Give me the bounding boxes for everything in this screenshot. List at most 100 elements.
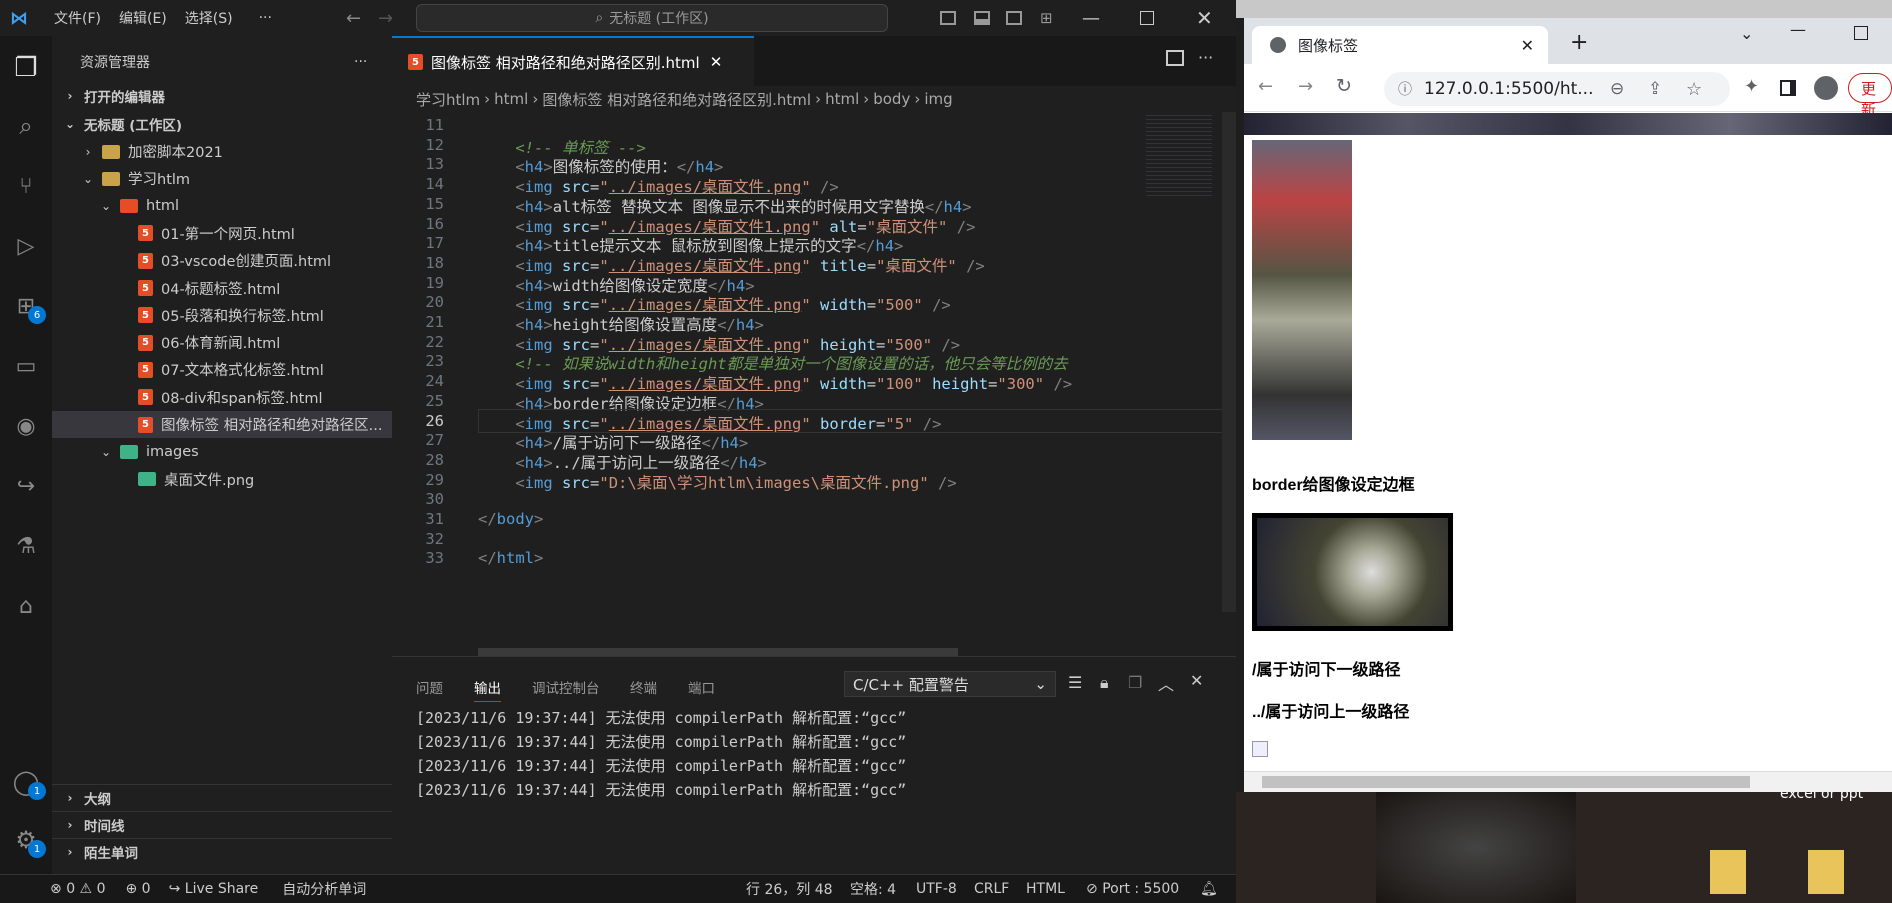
language-status[interactable]: HTML [1026, 881, 1065, 897]
update-button[interactable]: 更新 [1848, 73, 1892, 119]
search-view-icon[interactable]: ⌕ [8, 108, 44, 144]
live-share-status[interactable]: ↪ Live Share [169, 881, 259, 897]
menu-file[interactable]: 文件(F) [54, 8, 101, 28]
tree-item[interactable]: 5 图像标签 相对路径和绝对路径区... [52, 411, 392, 438]
editor-scrollbar[interactable] [1222, 112, 1236, 612]
tree-item[interactable]: 5 07-文本格式化标签.html [52, 356, 392, 383]
profile-avatar[interactable] [1814, 76, 1838, 100]
maximize-icon[interactable] [1140, 11, 1154, 25]
explorer-icon[interactable]: ❐ [8, 50, 44, 86]
encoding-status[interactable]: UTF-8 [916, 881, 957, 897]
run-debug-icon[interactable]: ▷ [8, 228, 44, 264]
extra-view-icon[interactable]: ⌂ [8, 588, 44, 624]
tree-item[interactable]: 5 08-div和span标签.html [52, 384, 392, 411]
tree-item[interactable]: 桌面文件.png [52, 466, 392, 493]
command-center-search[interactable]: ⌕ 无标题 (工作区) [416, 4, 888, 32]
browser-maximize-icon[interactable] [1854, 26, 1868, 40]
timeline-section[interactable]: › 时间线 [52, 811, 392, 838]
tab-close-icon[interactable]: ✕ [710, 53, 723, 71]
breadcrumb-item[interactable]: body [873, 90, 910, 108]
ports-status[interactable]: ⊕ 0 [125, 881, 150, 897]
reload-icon[interactable]: ↻ [1336, 75, 1352, 97]
tab-debug-console[interactable]: 调试控制台 [532, 677, 600, 697]
workspace-section[interactable]: ⌄ 无标题 (工作区) [52, 110, 392, 137]
back-arrow-icon[interactable]: ← [346, 8, 361, 29]
browser-forward-icon[interactable]: → [1298, 76, 1313, 97]
tree-item[interactable]: ⌄ 学习htlm [52, 165, 392, 192]
cursor-position[interactable]: 行 26，列 48 [746, 879, 833, 899]
tree-item[interactable]: 5 05-段落和换行标签.html [52, 302, 392, 329]
side-panel-icon[interactable] [1780, 80, 1796, 96]
source-control-icon[interactable]: ⑂ [8, 168, 44, 204]
menu-selection[interactable]: 选择(S) [185, 8, 233, 28]
lock-icon[interactable]: 🔒︎ [1100, 673, 1109, 693]
more-actions-icon[interactable]: ··· [354, 54, 367, 70]
breadcrumb-item[interactable]: html [825, 90, 859, 108]
menu-more[interactable]: ··· [259, 10, 272, 26]
words-section[interactable]: › 陌生单词 [52, 838, 392, 865]
tab-ports[interactable]: 端口 [688, 677, 715, 697]
editor-more-icon[interactable]: ··· [1198, 48, 1213, 67]
forward-arrow-icon[interactable]: → [378, 8, 393, 29]
close-icon[interactable]: ✕ [1196, 6, 1213, 30]
outline-section[interactable]: › 大纲 [52, 784, 392, 811]
folder-icon[interactable] [1808, 850, 1844, 894]
new-tab-icon[interactable]: + [1570, 30, 1588, 55]
tree-item[interactable]: ⌄ html [52, 193, 392, 220]
code-editor[interactable]: 11 12 <!-- 单标签 --> 13 <h4>图像标签的使用：</h4> 14 … [392, 112, 1236, 656]
open-editors-section[interactable]: › 打开的编辑器 [52, 82, 392, 109]
tree-item[interactable]: 5 03-vscode创建页面.html [52, 247, 392, 274]
settings-gear-icon[interactable]: ⚙ 1 [8, 822, 46, 858]
tree-item[interactable]: 5 01-第一个网页.html [52, 220, 392, 247]
tab-output[interactable]: 输出 [474, 677, 501, 702]
github-icon[interactable]: ◉ [8, 408, 44, 444]
browser-back-icon[interactable]: ← [1258, 76, 1273, 97]
clear-output-icon[interactable]: ☰ [1068, 673, 1082, 692]
breadcrumb-item[interactable]: 图像标签 相对路径和绝对路径区别.html [542, 89, 811, 110]
tree-item[interactable]: 5 06-体育新闻.html [52, 329, 392, 356]
browser-tab[interactable]: 图像标签 ✕ [1252, 26, 1548, 64]
minimap[interactable] [1146, 112, 1212, 196]
share-icon[interactable]: ⇪ [1648, 79, 1662, 99]
tree-item[interactable]: ⌄ images [52, 438, 392, 465]
breadcrumb-item[interactable]: html [494, 90, 528, 108]
layout-sidebar-icon[interactable] [940, 11, 956, 25]
tab-terminal[interactable]: 终端 [630, 677, 657, 697]
live-share-icon[interactable]: ↪ [8, 468, 44, 504]
editor-tab[interactable]: 5 图像标签 相对路径和绝对路径区别.html ✕ [392, 36, 754, 86]
maximize-panel-icon[interactable]: ︿ [1158, 671, 1174, 695]
split-editor-icon[interactable] [1166, 50, 1184, 66]
close-panel-icon[interactable]: ✕ [1190, 671, 1203, 690]
folder-icon[interactable] [1710, 850, 1746, 894]
bookmark-star-icon[interactable]: ☆ [1686, 79, 1702, 100]
auto-words-status[interactable]: 自动分析单词 [282, 879, 366, 899]
tab-search-icon[interactable]: ⌄ [1740, 24, 1753, 43]
breadcrumb-item[interactable]: 学习htlm [416, 89, 480, 110]
notifications-bell-icon[interactable]: 🔔︎ [1200, 881, 1218, 897]
indentation-status[interactable]: 空格: 4 [850, 879, 896, 899]
problems-status[interactable]: ⊗ 0 ⚠ 0 [50, 881, 105, 897]
tree-item[interactable]: 5 04-标题标签.html [52, 275, 392, 302]
layout-secondary-icon[interactable] [1006, 11, 1022, 25]
page-horizontal-scrollbar[interactable] [1244, 771, 1892, 792]
layout-custom-icon[interactable]: ⊞ [1040, 9, 1053, 27]
tree-item[interactable]: › 加密脚本2021 [52, 138, 392, 165]
minimize-icon[interactable]: — [1082, 8, 1100, 29]
output-channel-select[interactable]: C/C++ 配置警告 ⌄ [844, 671, 1056, 697]
extensions-icon[interactable]: ⊞ 6 [8, 288, 46, 324]
browser-minimize-icon[interactable]: — [1790, 20, 1806, 39]
menu-edit[interactable]: 编辑(E) [119, 8, 167, 28]
open-editor-icon[interactable]: ❐ [1128, 673, 1142, 692]
browser-tab-close-icon[interactable]: ✕ [1521, 36, 1534, 55]
eol-status[interactable]: CRLF [974, 881, 1009, 897]
address-bar[interactable]: ⓘ 127.0.0.1:5500/ht... ⊖ ⇪ ☆ [1384, 72, 1730, 106]
remote-explorer-icon[interactable]: ▭ [8, 348, 44, 384]
testing-icon[interactable]: ⚗ [8, 528, 44, 564]
horizontal-scrollbar[interactable] [478, 648, 958, 656]
page-scroll-thumb[interactable] [1262, 776, 1750, 788]
zoom-icon[interactable]: ⊖ [1610, 79, 1624, 99]
accounts-icon[interactable]: ◯ 1 [8, 764, 46, 800]
tab-problems[interactable]: 问题 [416, 677, 443, 697]
port-status[interactable]: ⊘ Port : 5500 [1086, 881, 1179, 897]
layout-panel-icon[interactable] [974, 11, 990, 25]
